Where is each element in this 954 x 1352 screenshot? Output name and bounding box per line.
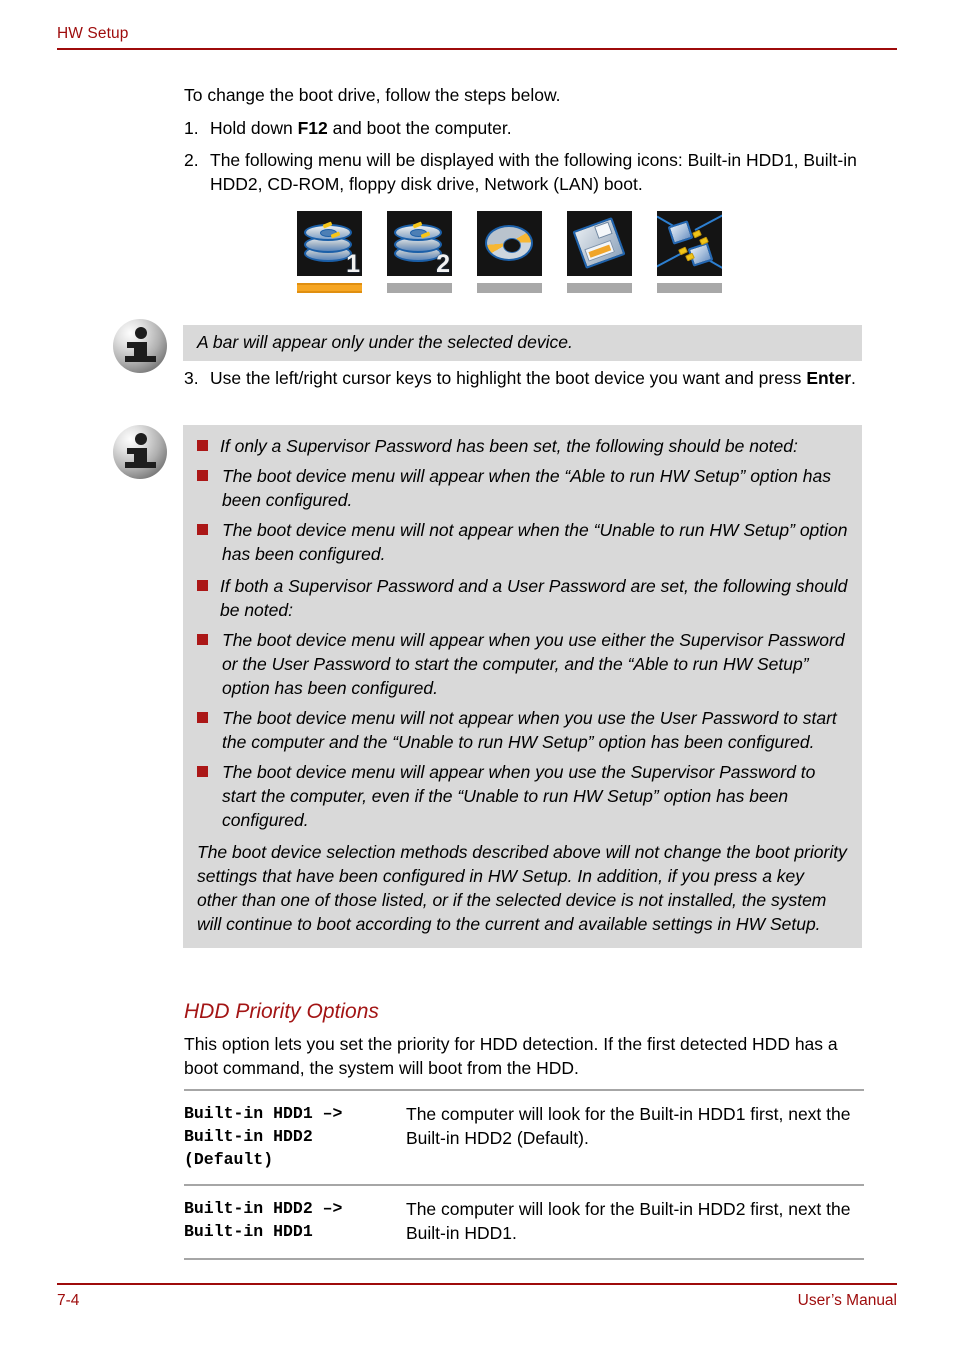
network-lan-icon: [657, 211, 722, 276]
note-bullet-item: If only a Supervisor Password has been s…: [197, 434, 848, 458]
intro-line: To change the boot drive, follow the ste…: [184, 85, 561, 105]
boot-device-option-hdd1[interactable]: 1: [297, 211, 362, 293]
document-page: HW Setup To change the boot drive, follo…: [0, 0, 954, 1352]
hdd-index-badge: 2: [436, 250, 450, 277]
info-icon-serif: [127, 448, 134, 454]
page-number: 7-4: [57, 1292, 80, 1309]
header-title: HW Setup: [57, 25, 129, 42]
table-row: Built-in HDD1 –> Built-in HDD2 (Default)…: [184, 1089, 864, 1185]
selection-bar-cdrom: [477, 283, 542, 293]
step-text-post: .: [851, 368, 856, 388]
note-bullet-list: If only a Supervisor Password has been s…: [197, 434, 848, 832]
option-description: The computer will look for the Built-in …: [406, 1184, 864, 1260]
built-in-hdd2-icon: 2: [387, 211, 452, 276]
footer-row: 7-4 User’s Manual: [57, 1292, 897, 1310]
bullet-square-icon: [197, 634, 208, 645]
lan-wire: [694, 213, 722, 231]
option-key: Built-in HDD2 –> Built-in HDD1: [184, 1184, 406, 1260]
step-number: 2.: [184, 150, 199, 170]
floppy-disk-icon: [567, 211, 632, 276]
manual-label: User’s Manual: [797, 1292, 897, 1309]
step-number: 1.: [184, 118, 199, 138]
step-text: The following menu will be displayed wit…: [210, 150, 857, 194]
table-row: Built-in HDD2 –> Built-in HDD1 The compu…: [184, 1184, 864, 1260]
note-box: A bar will appear only under the selecte…: [183, 325, 862, 361]
selection-bar-hdd2: [387, 283, 452, 293]
note-sub-list: The boot device menu will appear when th…: [197, 464, 848, 566]
selection-bar-floppy: [567, 283, 632, 293]
built-in-hdd1-icon: 1: [297, 211, 362, 276]
step-text: Use the left/right cursor keys to highli…: [210, 366, 864, 390]
step-item-3: 3. Use the left/right cursor keys to hig…: [184, 366, 864, 390]
note-sub-item: The boot device menu will appear when th…: [197, 464, 848, 512]
boot-device-option-hdd2[interactable]: 2: [387, 211, 452, 293]
note-sub-item: The boot device menu will appear when yo…: [197, 760, 848, 832]
cd-disc-graphic: [485, 225, 533, 261]
floppy-graphic: [572, 217, 626, 269]
note-text: The boot device menu will appear when yo…: [222, 762, 816, 830]
intro-and-steps: To change the boot drive, follow the ste…: [184, 83, 864, 204]
steps-list: 1. Hold down F12 and boot the computer. …: [184, 116, 864, 196]
bullet-square-icon: [197, 580, 208, 591]
note-bullet-item: If both a Supervisor Password and a User…: [197, 574, 848, 622]
info-icon-dot: [134, 433, 147, 445]
info-icon: [113, 319, 167, 373]
info-icon: [113, 425, 167, 479]
section-heading-hdd-priority: HDD Priority Options: [184, 1000, 379, 1023]
hdd-index-badge: 1: [346, 250, 360, 277]
step-item-2: 2. The following menu will be displayed …: [184, 148, 864, 196]
step-text-pre: Hold down: [210, 118, 298, 138]
page-header: HW Setup: [57, 25, 897, 50]
lan-graphic: [657, 211, 722, 276]
note-text: If both a Supervisor Password and a User…: [220, 576, 848, 620]
bullet-square-icon: [197, 766, 208, 777]
note-text: The boot device menu will not appear whe…: [222, 520, 848, 564]
step-text: Hold down F12 and boot the computer.: [210, 116, 864, 140]
bullet-square-icon: [197, 440, 208, 451]
note-box: If only a Supervisor Password has been s…: [183, 425, 862, 948]
note-sub-list: The boot device menu will appear when yo…: [197, 628, 848, 832]
option-key: Built-in HDD1 –> Built-in HDD2 (Default): [184, 1089, 406, 1185]
note-text: If only a Supervisor Password has been s…: [220, 436, 798, 456]
section-body-text: This option lets you set the priority fo…: [184, 1034, 838, 1078]
step-item-1: 1. Hold down F12 and boot the computer.: [184, 116, 864, 140]
cd-hole: [503, 238, 521, 253]
footer-divider: [57, 1283, 897, 1285]
boot-device-option-floppy[interactable]: [567, 211, 632, 293]
step-text-pre: Use the left/right cursor keys to highli…: [210, 368, 807, 388]
info-icon-dot: [134, 327, 147, 339]
info-icon-base: [125, 356, 156, 362]
bullet-square-icon: [197, 712, 208, 723]
boot-device-option-lan[interactable]: [657, 211, 722, 293]
steps-list-continued: 3. Use the left/right cursor keys to hig…: [184, 366, 864, 390]
info-icon-base: [125, 462, 156, 468]
info-icon-serif: [127, 342, 134, 348]
page-footer: 7-4 User’s Manual: [57, 1283, 897, 1310]
note-text: The boot device menu will appear when yo…: [222, 630, 845, 698]
note-sub-item: The boot device menu will appear when yo…: [197, 628, 848, 700]
cd-rom-icon: [477, 211, 542, 276]
selection-bar-hdd1: [297, 283, 362, 293]
bullet-square-icon: [197, 524, 208, 535]
note-text: A bar will appear only under the selecte…: [197, 332, 573, 352]
step-text-post: and boot the computer.: [327, 118, 512, 138]
step-3-container: 3. Use the left/right cursor keys to hig…: [184, 366, 864, 398]
selection-bar-lan: [657, 283, 722, 293]
boot-device-icon-row: 1 2: [297, 211, 722, 293]
header-divider: [57, 48, 897, 50]
note-text: The boot device menu will appear when th…: [222, 466, 831, 510]
note-text: The boot device menu will not appear whe…: [222, 708, 837, 752]
note-sub-item: The boot device menu will not appear whe…: [197, 518, 848, 566]
option-description: The computer will look for the Built-in …: [406, 1089, 864, 1185]
note-tail-paragraph: The boot device selection methods descri…: [197, 842, 847, 934]
note-sub-item: The boot device menu will not appear whe…: [197, 706, 848, 754]
step-text-bold: Enter: [806, 368, 852, 388]
hdd-priority-options-table: Built-in HDD1 –> Built-in HDD2 (Default)…: [184, 1089, 864, 1260]
bullet-square-icon: [197, 470, 208, 481]
step-text-bold: F12: [297, 118, 328, 138]
step-number: 3.: [184, 368, 199, 388]
boot-device-option-cdrom[interactable]: [477, 211, 542, 293]
lan-connector: [692, 229, 702, 239]
